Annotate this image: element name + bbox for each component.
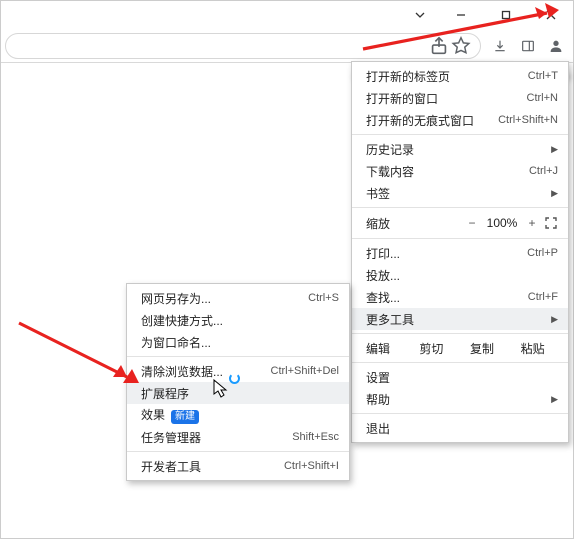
menu-help[interactable]: 帮助 ▶ [352, 388, 568, 410]
menu-item-label: 效果新建 [141, 406, 339, 424]
menu-separator [352, 207, 568, 208]
menu-item-shortcut: Ctrl+F [528, 291, 558, 303]
main-menu: 打开新的标签页 Ctrl+T 打开新的窗口 Ctrl+N 打开新的无痕式窗口 C… [351, 61, 569, 443]
menu-item-shortcut: Ctrl+P [527, 247, 558, 259]
chevron-right-icon: ▶ [551, 188, 558, 199]
menu-item-label: 为窗口命名... [141, 334, 339, 351]
performance-text: 效果 [141, 408, 165, 422]
browser-toolbar [1, 29, 573, 63]
maximize-button[interactable] [483, 1, 528, 29]
menu-print[interactable]: 打印... Ctrl+P [352, 242, 568, 264]
submenu-create-shortcut[interactable]: 创建快捷方式... [127, 309, 349, 331]
menu-item-label: 投放... [366, 267, 558, 284]
menu-bookmarks[interactable]: 书签 ▶ [352, 182, 568, 204]
submenu-clear-browsing[interactable]: 清除浏览数据... Ctrl+Shift+Del [127, 360, 349, 382]
menu-item-shortcut: Shift+Esc [292, 431, 339, 443]
menu-separator [127, 356, 349, 357]
menu-item-shortcut: Ctrl+T [528, 70, 558, 82]
menu-item-label: 扩展程序 [141, 385, 339, 402]
menu-item-label: 任务管理器 [141, 429, 292, 446]
tab-dropdown-button[interactable] [402, 1, 438, 29]
edit-paste[interactable]: 粘贴 [507, 340, 558, 357]
menu-separator [352, 238, 568, 239]
menu-item-label: 下载内容 [366, 163, 529, 180]
menu-item-shortcut: Ctrl+S [308, 292, 339, 304]
bookmark-star-icon[interactable] [450, 35, 472, 57]
submenu-save-page[interactable]: 网页另存为... Ctrl+S [127, 287, 349, 309]
menu-separator [352, 362, 568, 363]
menu-find[interactable]: 查找... Ctrl+F [352, 286, 568, 308]
fullscreen-icon[interactable] [542, 217, 560, 229]
menu-separator [352, 413, 568, 414]
menu-separator [127, 451, 349, 452]
menu-history[interactable]: 历史记录 ▶ [352, 138, 568, 160]
chevron-right-icon: ▶ [551, 314, 558, 325]
edit-label: 编辑 [366, 340, 406, 357]
menu-item-label: 打开新的无痕式窗口 [366, 112, 498, 129]
menu-item-label: 开发者工具 [141, 458, 284, 475]
chevron-right-icon: ▶ [551, 394, 558, 405]
zoom-in-button[interactable]: + [522, 216, 542, 230]
submenu-extensions[interactable]: 扩展程序 [127, 382, 349, 404]
menu-new-incognito[interactable]: 打开新的无痕式窗口 Ctrl+Shift+N [352, 109, 568, 131]
close-button[interactable] [528, 1, 573, 29]
menu-item-label: 退出 [366, 420, 558, 437]
menu-new-window[interactable]: 打开新的窗口 Ctrl+N [352, 87, 568, 109]
address-bar[interactable] [5, 33, 481, 59]
menu-separator [352, 134, 568, 135]
menu-item-label: 打印... [366, 245, 527, 262]
more-tools-submenu: 网页另存为... Ctrl+S 创建快捷方式... 为窗口命名... 清除浏览数… [126, 283, 350, 481]
menu-zoom-row: 缩放 − 100% + [352, 211, 568, 235]
chevron-right-icon: ▶ [551, 144, 558, 155]
share-icon[interactable] [428, 35, 450, 57]
menu-item-label: 打开新的标签页 [366, 68, 528, 85]
menu-cast[interactable]: 投放... [352, 264, 568, 286]
submenu-task-manager[interactable]: 任务管理器 Shift+Esc [127, 426, 349, 448]
menu-item-shortcut: Ctrl+Shift+I [284, 460, 339, 472]
downloads-icon[interactable] [487, 33, 513, 59]
menu-edit-row: 编辑 剪切 复制 粘贴 [352, 337, 568, 359]
window-titlebar [1, 1, 573, 29]
menu-more-tools[interactable]: 更多工具 ▶ [352, 308, 568, 330]
menu-item-label: 书签 [366, 185, 547, 202]
menu-item-label: 清除浏览数据... [141, 363, 271, 380]
menu-item-label: 帮助 [366, 391, 547, 408]
menu-new-tab[interactable]: 打开新的标签页 Ctrl+T [352, 65, 568, 87]
submenu-performance[interactable]: 效果新建 [127, 404, 349, 426]
menu-exit[interactable]: 退出 [352, 417, 568, 439]
minimize-button[interactable] [438, 1, 483, 29]
menu-separator [352, 333, 568, 334]
menu-item-shortcut: Ctrl+N [527, 92, 558, 104]
menu-item-label: 设置 [366, 369, 558, 386]
menu-item-shortcut: Ctrl+Shift+Del [271, 365, 339, 377]
menu-item-shortcut: Ctrl+J [529, 165, 558, 177]
zoom-value: 100% [482, 216, 522, 230]
side-panel-icon[interactable] [515, 33, 541, 59]
submenu-dev-tools[interactable]: 开发者工具 Ctrl+Shift+I [127, 455, 349, 477]
zoom-out-button[interactable]: − [462, 216, 482, 230]
profile-avatar-icon[interactable] [543, 33, 569, 59]
menu-item-label: 网页另存为... [141, 290, 308, 307]
menu-downloads[interactable]: 下载内容 Ctrl+J [352, 160, 568, 182]
zoom-label: 缩放 [366, 215, 462, 232]
edit-cut[interactable]: 剪切 [406, 340, 457, 357]
menu-item-label: 历史记录 [366, 141, 547, 158]
menu-item-label: 创建快捷方式... [141, 312, 339, 329]
menu-item-label: 更多工具 [366, 311, 547, 328]
edit-copy[interactable]: 复制 [457, 340, 508, 357]
new-badge: 新建 [171, 410, 199, 424]
menu-item-label: 打开新的窗口 [366, 90, 527, 107]
submenu-name-window[interactable]: 为窗口命名... [127, 331, 349, 353]
menu-item-label: 查找... [366, 289, 528, 306]
menu-item-shortcut: Ctrl+Shift+N [498, 114, 558, 126]
menu-settings[interactable]: 设置 [352, 366, 568, 388]
